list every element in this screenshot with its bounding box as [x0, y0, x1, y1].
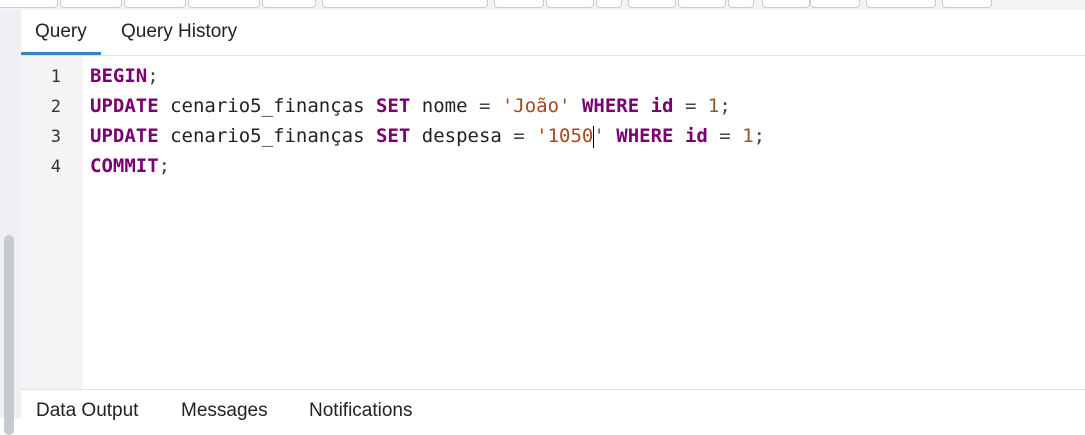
toolbar-button[interactable] [628, 0, 676, 8]
vertical-scrollbar[interactable] [4, 235, 14, 435]
tab-query-history[interactable]: Query History [107, 10, 251, 55]
toolbar-button[interactable] [762, 0, 810, 8]
toolbar-button[interactable] [262, 0, 316, 8]
sql-operator: ; [147, 65, 159, 87]
tab-notifications[interactable]: Notifications [309, 400, 413, 422]
toolbar-button[interactable] [728, 0, 754, 8]
sql-number: 1 [742, 125, 754, 147]
line-number-gutter: 1 2 3 4 [21, 56, 83, 389]
sql-keyword: id [650, 95, 674, 117]
sql-operator: = [513, 125, 525, 147]
output-tabs: Data Output Messages Notifications [21, 389, 1085, 422]
sql-operator: = [478, 95, 491, 117]
sql-identifier [674, 95, 685, 117]
sql-identifier: cenario5_finanças [158, 125, 376, 147]
sql-identifier [490, 95, 501, 117]
left-panel-edge [0, 10, 21, 435]
sql-operator: = [719, 125, 731, 147]
toolbar-button[interactable] [494, 0, 544, 8]
sql-identifier: nome [410, 95, 479, 117]
line-number: 1 [50, 67, 61, 87]
tab-query[interactable]: Query [21, 10, 101, 55]
sql-identifier [571, 95, 582, 117]
editor-tabs: Query Query History [21, 10, 1085, 56]
line-number: 2 [50, 97, 61, 117]
sql-keyword: WHERE [581, 95, 640, 117]
toolbar-button[interactable] [810, 0, 860, 8]
toolbar-strip [0, 0, 1085, 10]
code-line: BEGIN; [90, 65, 159, 87]
sql-operator: = [684, 95, 697, 117]
toolbar-button[interactable] [942, 0, 992, 8]
sql-keyword: COMMIT [90, 155, 159, 177]
sql-string: 'João' [501, 95, 571, 117]
toolbar-button[interactable] [678, 0, 726, 8]
sql-identifier: despesa [410, 125, 514, 147]
sql-keyword: UPDATE [90, 95, 159, 117]
code-line: UPDATE cenario5_finanças SET despesa = '… [90, 125, 765, 148]
sql-identifier [731, 125, 742, 147]
sql-number: 1 [707, 95, 720, 117]
sql-keyword: SET [375, 125, 411, 147]
sql-identifier [708, 125, 719, 147]
line-number: 4 [50, 157, 61, 177]
sql-keyword: UPDATE [90, 125, 159, 147]
sql-identifier [639, 95, 650, 117]
sql-string: ' [593, 125, 605, 147]
sql-keyword: SET [375, 95, 411, 117]
sql-keyword: WHERE [616, 125, 674, 147]
toolbar-button[interactable] [0, 0, 58, 8]
toolbar-button[interactable] [866, 0, 936, 8]
tab-messages[interactable]: Messages [181, 400, 268, 422]
sql-identifier [605, 125, 616, 147]
line-number: 3 [50, 127, 61, 147]
tab-data-output[interactable]: Data Output [36, 400, 138, 422]
sql-operator: ; [753, 125, 766, 147]
sql-keyword: BEGIN [90, 65, 148, 87]
sql-editor[interactable]: 1 2 3 4 BEGIN; UPDATE cenario5_finanças … [21, 56, 1085, 389]
sql-identifier: cenario5_finanças [158, 95, 376, 117]
toolbar-select[interactable] [322, 0, 488, 8]
sql-keyword: id [684, 125, 708, 147]
sql-string: '1050 [536, 125, 594, 147]
toolbar-button[interactable] [596, 0, 622, 8]
sql-identifier [696, 95, 707, 117]
sql-operator: ; [719, 95, 731, 117]
code-line: UPDATE cenario5_finanças SET nome = 'Joã… [90, 95, 731, 117]
sql-identifier [525, 125, 536, 147]
toolbar-button[interactable] [546, 0, 594, 8]
toolbar-button[interactable] [124, 0, 186, 8]
code-line: COMMIT; [90, 155, 170, 177]
sql-identifier [673, 125, 684, 147]
toolbar-button[interactable] [188, 0, 260, 8]
sql-operator: ; [158, 155, 171, 177]
toolbar-button[interactable] [60, 0, 122, 8]
